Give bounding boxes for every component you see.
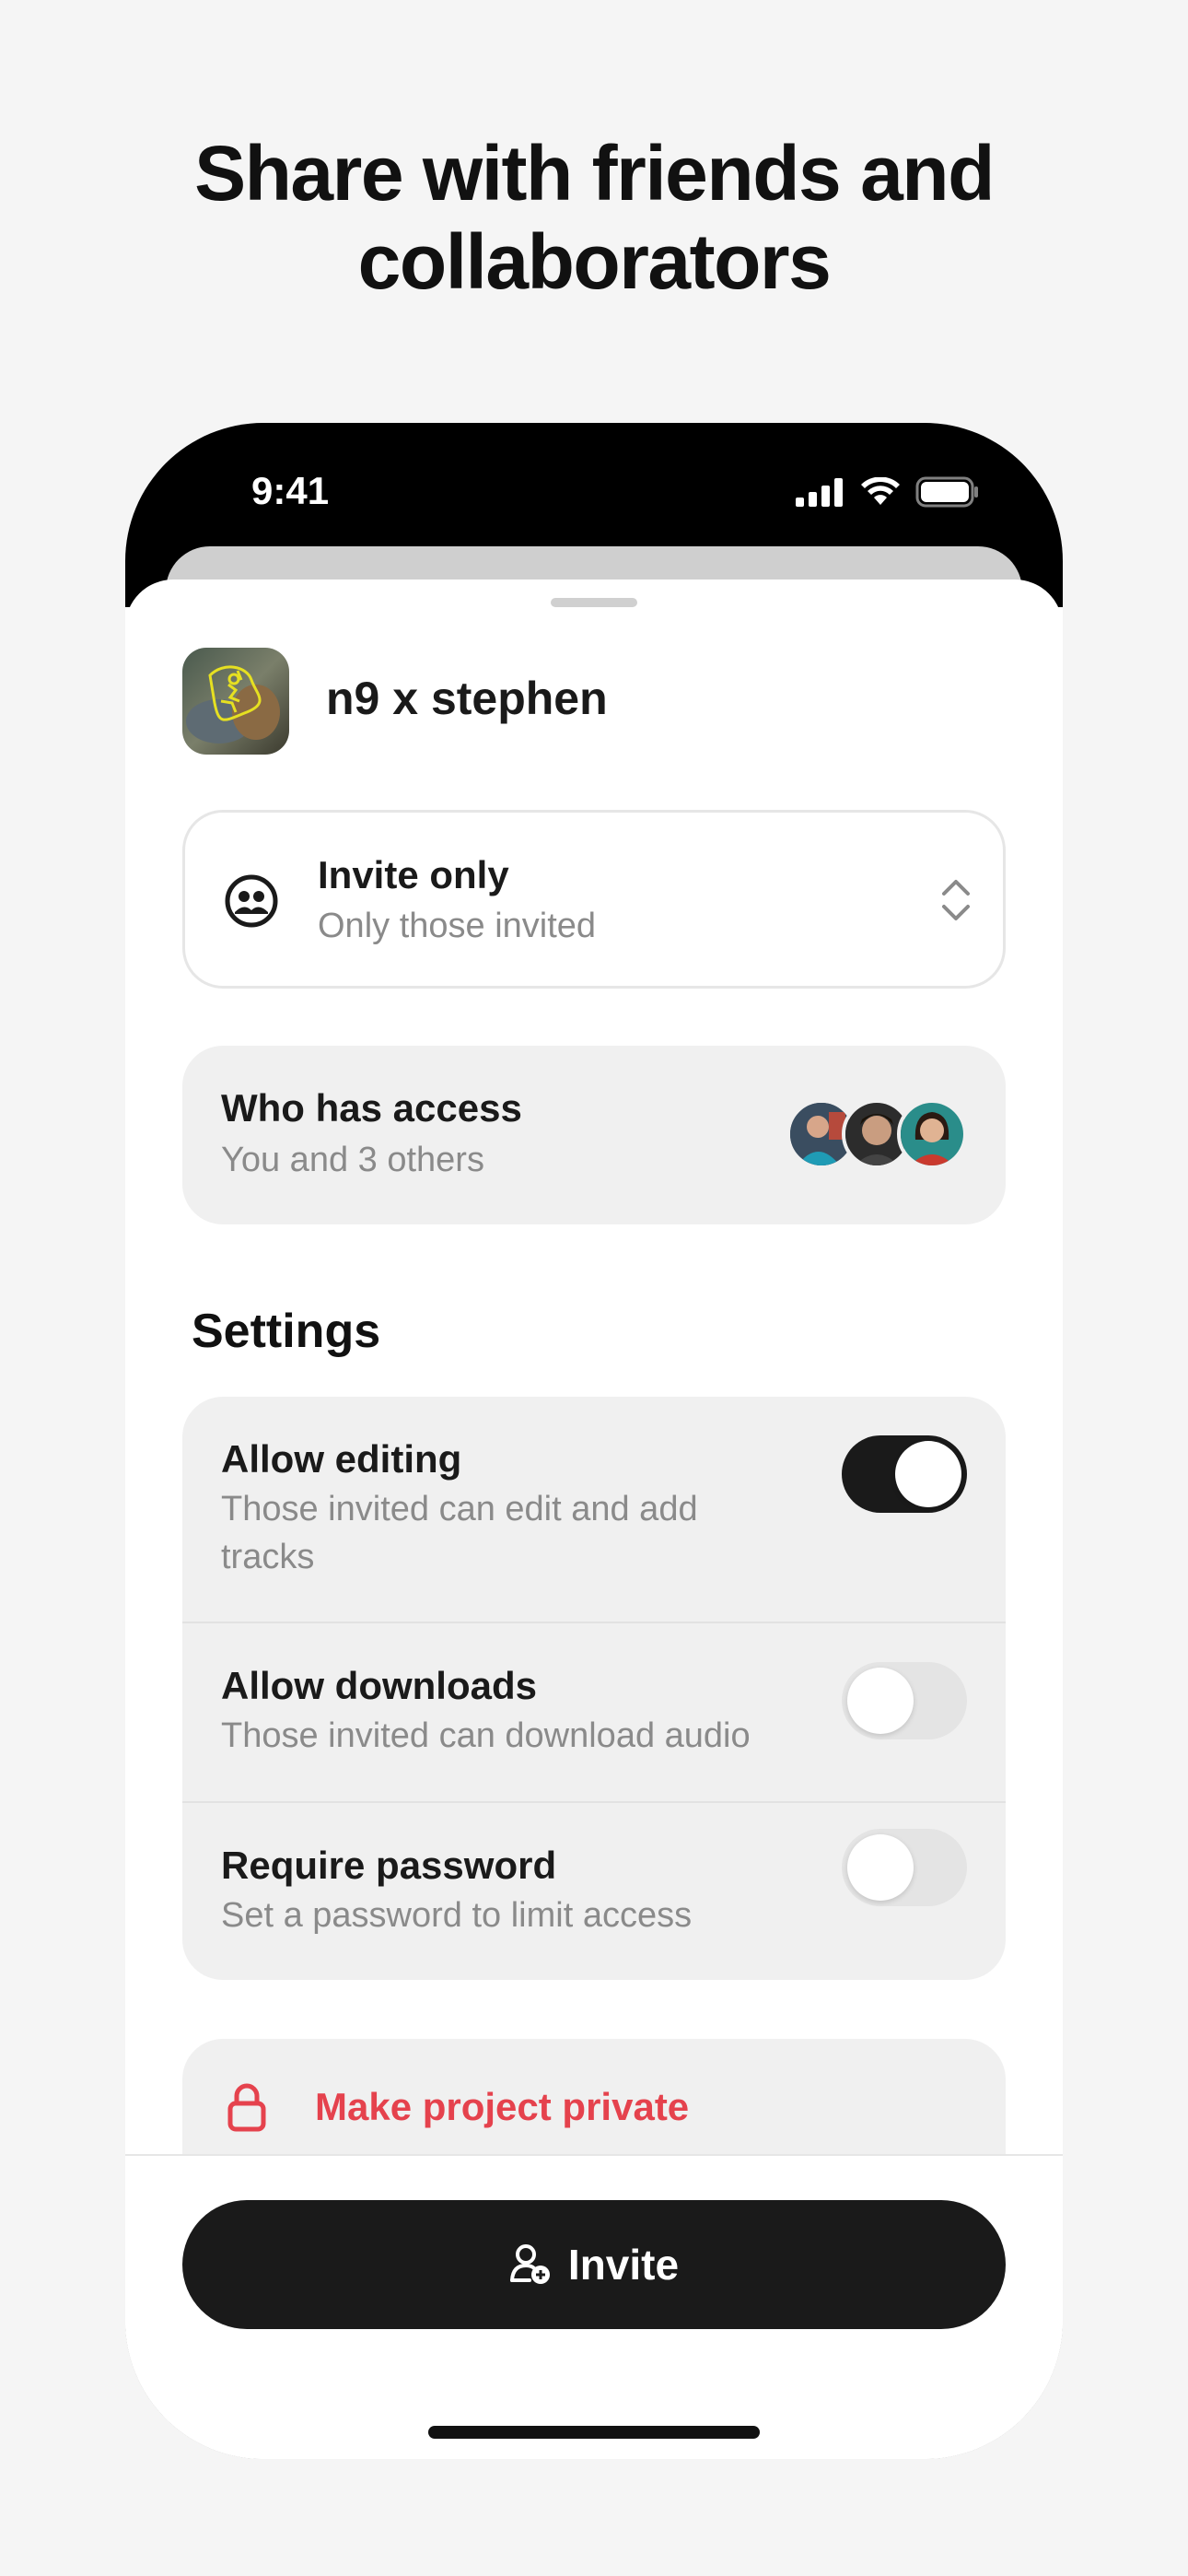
access-level-select[interactable]: Invite only Only those invited (182, 810, 1006, 989)
page-headline: Share with friends and collaborators (0, 129, 1188, 306)
access-level-title: Invite only (318, 853, 509, 896)
make-private-label: Make project private (315, 2085, 690, 2128)
who-has-access-row[interactable]: Who has access You and 3 others (182, 1046, 1006, 1224)
setting-description: Those invited can download audio (221, 1716, 751, 1755)
allow-downloads-toggle[interactable] (842, 1662, 967, 1739)
share-sheet: n9 x stephen Invite only Only those invi… (125, 580, 1063, 2459)
sheet-grabber[interactable] (551, 598, 637, 607)
toggle-knob (847, 1834, 914, 1901)
setting-description: Set a password to limit access (221, 1896, 693, 1935)
headline-line-2: collaborators (357, 218, 832, 305)
setting-description: Those invited can edit and add tracks (221, 1490, 698, 1576)
chevron-up-down-icon (942, 880, 970, 920)
settings-list: Allow editing Those invited can edit and… (182, 1397, 1006, 1980)
setting-require-password: Require password Set a password to limit… (182, 1803, 1006, 1980)
settings-heading: Settings (192, 1305, 381, 1358)
project-artwork (182, 648, 289, 755)
require-password-toggle[interactable] (842, 1829, 967, 1906)
add-person-icon (509, 2244, 550, 2284)
phone-frame: 9:41 n9 x stephen Invite only Only those… (125, 423, 1063, 2459)
setting-allow-downloads: Allow downloads Those invited can downlo… (182, 1623, 1006, 1801)
sheet-footer: Invite (125, 2154, 1063, 2459)
wifi-icon (861, 477, 900, 505)
setting-title: Allow editing (221, 1437, 462, 1481)
toggle-knob (847, 1668, 914, 1734)
battery-icon (915, 476, 978, 508)
status-icons (796, 476, 980, 508)
invite-label: Invite (567, 2241, 680, 2289)
who-has-access-title: Who has access (221, 1086, 522, 1130)
signal-icon (796, 478, 843, 507)
home-indicator (428, 2426, 760, 2439)
project-title: n9 x stephen (326, 673, 608, 724)
allow-editing-toggle[interactable] (842, 1435, 967, 1513)
lock-icon (227, 2083, 266, 2132)
access-level-subtitle: Only those invited (318, 907, 597, 945)
status-time: 9:41 (251, 469, 330, 512)
setting-title: Require password (221, 1844, 557, 1887)
who-has-access-subtitle: You and 3 others (221, 1141, 484, 1179)
setting-title: Allow downloads (221, 1664, 537, 1707)
headline-line-1: Share with friends and (194, 130, 995, 217)
toggle-knob (895, 1441, 961, 1507)
people-circle-icon (225, 874, 278, 928)
setting-allow-editing: Allow editing Those invited can edit and… (182, 1397, 1006, 1622)
invite-button[interactable]: Invite (182, 2200, 1006, 2329)
avatar-3 (897, 1099, 967, 1169)
